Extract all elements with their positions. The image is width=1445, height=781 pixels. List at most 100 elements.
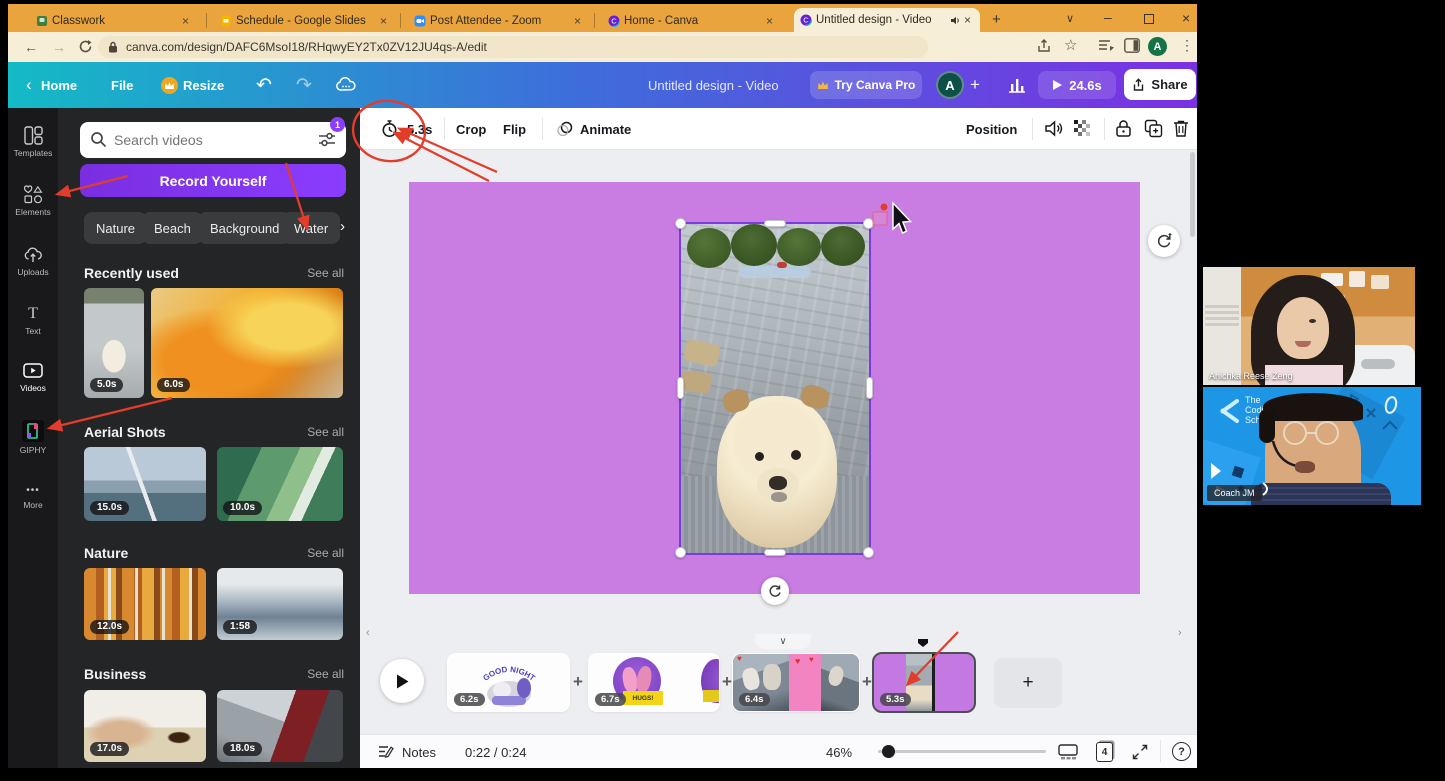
chip-beach[interactable]: Beach: [142, 212, 203, 244]
chip-water[interactable]: Water: [282, 212, 340, 244]
tab-canva-home[interactable]: C Home - Canva ×: [602, 9, 782, 32]
add-clip-icon[interactable]: +: [573, 672, 583, 692]
delete-icon[interactable]: [1173, 119, 1189, 138]
minimize-button[interactable]: –: [1104, 9, 1112, 25]
search-input[interactable]: [114, 125, 304, 155]
close-icon[interactable]: ×: [377, 14, 390, 28]
zoom-percent[interactable]: 46%: [826, 745, 852, 760]
forward-icon[interactable]: →: [52, 39, 66, 55]
close-icon[interactable]: ×: [179, 14, 192, 28]
see-all-link[interactable]: See all: [307, 266, 344, 280]
sidebar-item-text[interactable]: T Text: [8, 304, 58, 336]
flip-button[interactable]: Flip: [503, 122, 526, 137]
video-thumbnail-fog[interactable]: 1:58: [217, 568, 343, 640]
timeline-clip-4-selected[interactable]: 5.3s: [872, 652, 976, 713]
resize-handle-bottom-right[interactable]: [863, 547, 874, 558]
add-page-button[interactable]: +: [994, 658, 1062, 708]
see-all-link[interactable]: See all: [307, 667, 344, 681]
video-thumbnail-puppy[interactable]: 5.0s: [84, 288, 144, 398]
timeline-play-button[interactable]: [380, 659, 424, 703]
duplicate-icon[interactable]: [1144, 119, 1163, 138]
timeline-clip-2[interactable]: HUGS! 6.7s: [589, 654, 719, 711]
browser-avatar[interactable]: A: [1148, 37, 1167, 56]
clip-duration-label[interactable]: 5.3s: [407, 122, 432, 137]
tab-audio-icon[interactable]: [950, 15, 961, 26]
resize-handle-bottom[interactable]: [764, 549, 786, 556]
transparency-icon[interactable]: [1074, 120, 1092, 138]
timeline-clip-1[interactable]: GOOD NIGHT 6.2s: [448, 654, 569, 711]
close-icon[interactable]: ×: [763, 14, 776, 28]
chip-background[interactable]: Background: [198, 212, 291, 244]
add-clip-icon[interactable]: +: [722, 672, 732, 692]
resize-handle-top-right[interactable]: [863, 218, 874, 229]
fullscreen-icon[interactable]: [1132, 744, 1148, 760]
lock-icon[interactable]: [1115, 119, 1132, 138]
volume-icon[interactable]: [1044, 119, 1065, 138]
resize-handle-top[interactable]: [764, 220, 786, 227]
insights-chart-icon[interactable]: [1007, 76, 1027, 94]
add-member-icon[interactable]: +: [970, 75, 980, 95]
timing-icon[interactable]: [380, 119, 399, 138]
chip-nature[interactable]: Nature: [84, 212, 147, 244]
maximize-button[interactable]: [1144, 14, 1154, 24]
resize-handle-bottom-left[interactable]: [675, 547, 686, 558]
back-icon[interactable]: ←: [24, 39, 38, 55]
redo-icon[interactable]: ↷: [296, 74, 312, 97]
file-menu-button[interactable]: File: [111, 78, 133, 93]
participant-video-anichka[interactable]: Anichka Reese Zeng: [1203, 267, 1415, 385]
video-thumbnail-keyboard[interactable]: 17.0s: [84, 690, 206, 762]
add-clip-icon[interactable]: +: [862, 672, 872, 692]
search-box[interactable]: 1: [80, 122, 346, 158]
video-thumbnail-aerial-field[interactable]: 10.0s: [217, 447, 343, 521]
sidebar-item-templates[interactable]: Templates: [8, 126, 58, 158]
zoom-slider-knob[interactable]: [882, 745, 895, 758]
selected-video-element[interactable]: [681, 224, 869, 553]
canva-avatar[interactable]: A: [936, 71, 964, 99]
crop-button[interactable]: Crop: [456, 122, 486, 137]
scroll-left-icon[interactable]: ‹: [366, 627, 370, 639]
sidebar-item-videos[interactable]: Videos: [8, 361, 58, 393]
try-canva-pro-button[interactable]: Try Canva Pro: [810, 71, 922, 99]
position-button[interactable]: Position: [966, 122, 1017, 137]
tab-classwork[interactable]: Classwork ×: [30, 9, 198, 32]
playhead-marker[interactable]: [916, 638, 930, 648]
window-close-button[interactable]: ×: [1182, 10, 1190, 26]
shuffle-refresh-button[interactable]: [1148, 225, 1180, 257]
timeline-collapse-button[interactable]: ∨: [755, 634, 811, 649]
close-icon[interactable]: ×: [571, 14, 584, 28]
see-all-link[interactable]: See all: [307, 546, 344, 560]
video-thumbnail-autumn[interactable]: 12.0s: [84, 568, 206, 640]
home-button[interactable]: Home: [41, 78, 77, 93]
chips-scroll-right-icon[interactable]: ›: [340, 218, 345, 235]
side-panel-icon[interactable]: [1124, 38, 1140, 53]
video-thumbnail-flames[interactable]: 6.0s: [151, 288, 343, 398]
resize-button[interactable]: Resize: [183, 78, 224, 93]
help-button[interactable]: ?: [1172, 742, 1191, 761]
sidebar-item-uploads[interactable]: Uploads: [8, 245, 58, 277]
browser-menu-kebab-icon[interactable]: ⋮: [1180, 37, 1194, 54]
share-button[interactable]: Share: [1124, 69, 1196, 100]
chevron-left-icon[interactable]: ‹: [26, 75, 32, 95]
zoom-slider-track[interactable]: [878, 750, 1046, 753]
video-thumbnail-laptop[interactable]: 18.0s: [217, 690, 343, 762]
reload-icon[interactable]: [78, 39, 93, 54]
scroll-right-icon[interactable]: ›: [1178, 627, 1182, 639]
tab-google-slides[interactable]: Schedule - Google Slides ×: [214, 9, 396, 32]
tab-search-chevron-icon[interactable]: ∨: [1066, 12, 1074, 25]
timeline-clip-3[interactable]: ♥ ♥ ♥ 6.4s: [733, 654, 859, 711]
resize-handle-left[interactable]: [677, 377, 684, 399]
browser-share-icon[interactable]: [1036, 38, 1052, 54]
resize-handle-top-left[interactable]: [675, 218, 686, 229]
reading-list-icon[interactable]: [1098, 38, 1115, 53]
duration-view-icon[interactable]: [1058, 744, 1078, 760]
vertical-scrollbar-thumb[interactable]: [1190, 152, 1195, 237]
participant-video-coachjm[interactable]: The Coding School Coach JM: [1203, 387, 1421, 505]
undo-icon[interactable]: ↶: [256, 74, 272, 97]
see-all-link[interactable]: See all: [307, 425, 344, 439]
sidebar-item-giphy[interactable]: GIPHY: [8, 420, 58, 455]
url-field[interactable]: canva.com/design/DAFC6MsoI18/RHqwyEY2Tx0…: [98, 36, 928, 58]
tab-zoom[interactable]: Post Attendee - Zoom ×: [408, 9, 590, 32]
tab-untitled-design[interactable]: C Untitled design - Video ×: [794, 8, 980, 32]
new-tab-button[interactable]: +: [992, 11, 1001, 28]
video-thumbnail-bridge[interactable]: 15.0s: [84, 447, 206, 521]
